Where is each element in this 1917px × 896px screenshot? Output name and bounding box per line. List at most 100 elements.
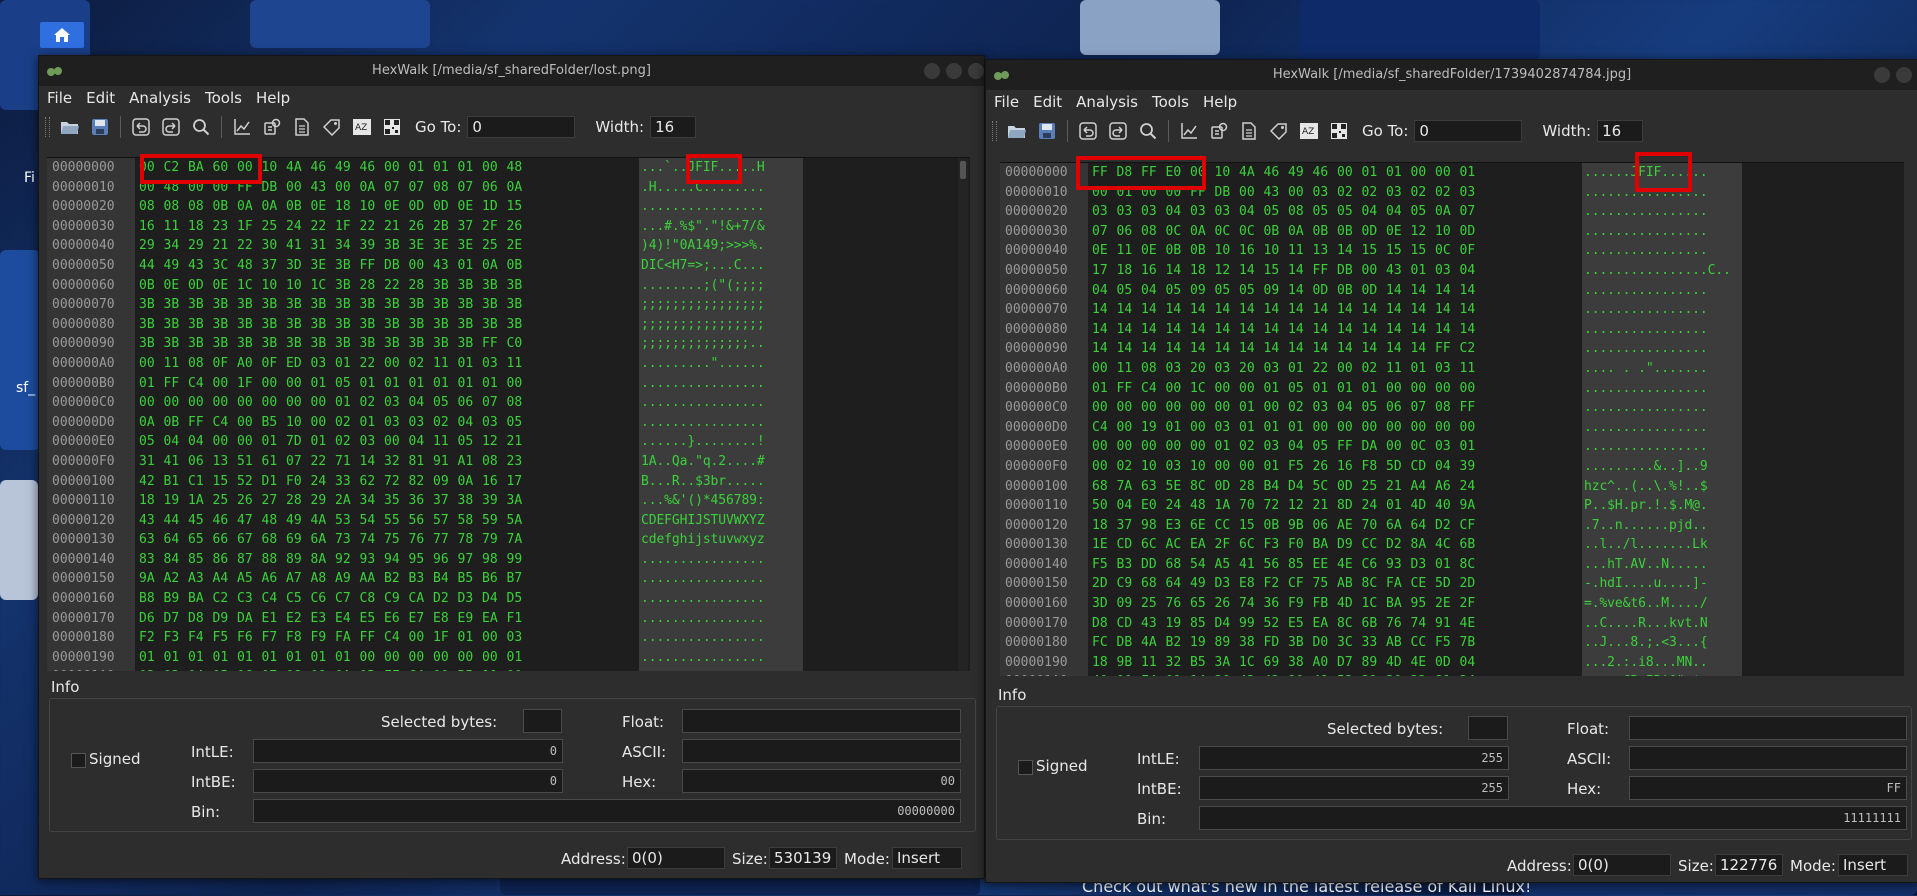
hex-byte[interactable]: 14 xyxy=(1288,261,1313,281)
hex-byte[interactable]: 14 xyxy=(1362,339,1387,359)
hex-row[interactable]: 0E 11 0E 0B 0B 10 16 10 11 13 14 15 15 15 0C 0F xyxy=(1092,241,1488,261)
hex-byte[interactable]: 0D xyxy=(433,197,458,217)
hex-byte[interactable]: 17 xyxy=(507,472,532,492)
hex-byte[interactable]: 06 xyxy=(1117,222,1142,242)
hex-byte[interactable]: F8 xyxy=(1362,457,1387,477)
hex-byte[interactable]: 3B xyxy=(384,315,409,335)
hex-byte[interactable]: 40 xyxy=(1092,672,1117,676)
hex-byte[interactable]: 01 xyxy=(1239,418,1264,438)
hex-byte[interactable]: 00 xyxy=(1411,379,1436,399)
hex-byte[interactable]: 0B xyxy=(1190,241,1215,261)
hex-byte[interactable]: 95 xyxy=(1411,594,1436,614)
hex-byte[interactable]: 0A xyxy=(458,472,483,492)
hex-byte[interactable]: 94 xyxy=(384,550,409,570)
hex-byte[interactable]: 18 xyxy=(1190,261,1215,281)
hex-byte[interactable]: 10 xyxy=(1190,457,1215,477)
hex-byte[interactable]: FF xyxy=(1460,398,1485,418)
hex-byte[interactable]: 04 xyxy=(409,432,434,452)
hex-row[interactable]: 05 04 04 00 00 01 7D 01 02 03 00 04 11 05 12 21 xyxy=(139,432,535,452)
hex-byte[interactable]: 14 xyxy=(1362,320,1387,340)
hex-byte[interactable]: 3B xyxy=(237,315,262,335)
hex-row[interactable]: F2 F3 F4 F5 F6 F7 F8 F9 FA FF C4 00 1F 01 00 03 xyxy=(139,628,535,648)
hex-byte[interactable]: 03 xyxy=(1435,359,1460,379)
hex-byte[interactable]: 43 xyxy=(433,256,458,276)
hex-byte[interactable]: 00 xyxy=(311,413,336,433)
open-folder-icon[interactable] xyxy=(59,116,81,138)
hex-byte[interactable]: 21 xyxy=(1313,496,1338,516)
hex-byte[interactable]: 03 xyxy=(1215,202,1240,222)
hex-byte[interactable]: F6 xyxy=(237,628,262,648)
hex-row[interactable]: 3B 3B 3B 3B 3B 3B 3B 3B 3B 3B 3B 3B 3B 3B 3B 3B xyxy=(139,295,535,315)
hex-row[interactable]: 07 06 08 0C 0A 0C 0C 0B 0A 0B 0B 0D 0E 12 10 0D xyxy=(1092,222,1488,242)
hex-byte[interactable]: 1C xyxy=(1239,653,1264,673)
hex-byte[interactable]: D1 xyxy=(262,472,287,492)
hex-byte[interactable]: 48 xyxy=(237,256,262,276)
hex-byte[interactable]: 01 xyxy=(139,648,164,668)
hex-byte[interactable]: ED xyxy=(286,354,311,374)
hex-row[interactable]: FC DB 4A B2 19 89 38 FD 3B D0 3C 33 AB CC F5 7B xyxy=(1092,633,1488,653)
hex-byte[interactable]: F2 xyxy=(1264,574,1289,594)
hex-byte[interactable]: 00 xyxy=(1190,437,1215,457)
hex-byte[interactable]: 15 xyxy=(1264,261,1289,281)
hex-byte[interactable]: 05 xyxy=(1313,437,1338,457)
hex-byte[interactable]: F9 xyxy=(311,628,336,648)
hex-byte[interactable]: 08 xyxy=(188,354,213,374)
hex-byte[interactable]: 85 xyxy=(188,550,213,570)
hex-byte[interactable]: 10 xyxy=(1141,457,1166,477)
hex-row[interactable]: 00 11 08 03 20 03 20 03 01 22 00 02 11 01 03 11 xyxy=(1092,359,1488,379)
hex-byte[interactable]: 2D xyxy=(1092,574,1117,594)
hex-byte[interactable]: 14 xyxy=(1264,300,1289,320)
hex-byte[interactable]: C5 xyxy=(286,589,311,609)
hex-byte[interactable]: 19 xyxy=(1190,633,1215,653)
hex-byte[interactable]: 3B xyxy=(458,315,483,335)
hex-byte[interactable]: F4 xyxy=(1141,672,1166,676)
hex-byte[interactable]: 3B xyxy=(164,315,189,335)
hex-byte[interactable]: FD xyxy=(1264,633,1289,653)
hex-byte[interactable]: 02 xyxy=(1362,359,1387,379)
hex-byte[interactable]: 14 xyxy=(1337,300,1362,320)
hex-byte[interactable]: 00 xyxy=(1362,418,1387,438)
hex-byte[interactable]: 00 xyxy=(360,648,385,668)
hex-byte[interactable]: 43 xyxy=(311,178,336,198)
home-button[interactable] xyxy=(40,22,84,48)
hex-row[interactable]: 18 19 1A 25 26 27 28 29 2A 34 35 36 37 38 39 3A xyxy=(139,491,535,511)
hex-byte[interactable]: 70 xyxy=(1362,516,1387,536)
hex-byte[interactable]: 0B xyxy=(1264,222,1289,242)
hex-byte[interactable]: 00 xyxy=(1386,379,1411,399)
hex-byte[interactable]: 0E xyxy=(1386,222,1411,242)
hex-byte[interactable]: 2E xyxy=(507,236,532,256)
selected-bytes-field[interactable] xyxy=(1468,716,1508,740)
desktop-icon-label[interactable]: sf_ xyxy=(16,380,35,396)
hex-byte[interactable]: 01 xyxy=(335,648,360,668)
hex-byte[interactable]: 4A xyxy=(1141,633,1166,653)
hex-byte[interactable]: 26 xyxy=(507,217,532,237)
hex-byte[interactable]: 11 xyxy=(1117,241,1142,261)
hex-byte[interactable]: 00 xyxy=(507,374,532,394)
menu-file[interactable]: File xyxy=(994,93,1019,111)
hex-byte[interactable]: 00 xyxy=(1239,183,1264,203)
hex-byte[interactable]: 3B xyxy=(262,315,287,335)
hex-byte[interactable]: 01 xyxy=(1092,379,1117,399)
hex-byte[interactable]: 72 xyxy=(384,472,409,492)
hex-byte[interactable]: 00 xyxy=(262,374,287,394)
hex-byte[interactable]: 3B xyxy=(237,334,262,354)
hex-byte[interactable]: 04 xyxy=(1460,653,1485,673)
hex-byte[interactable]: 08 xyxy=(164,197,189,217)
hex-byte[interactable]: F0 xyxy=(1288,535,1313,555)
hex-byte[interactable]: 00 xyxy=(1313,418,1338,438)
hex-byte[interactable]: 0B xyxy=(139,276,164,296)
hex-byte[interactable]: E0 xyxy=(1141,496,1166,516)
hex-byte[interactable]: 4A xyxy=(311,511,336,531)
hex-byte[interactable]: 14 xyxy=(1288,300,1313,320)
hex-byte[interactable]: 01 xyxy=(1215,437,1240,457)
hex-byte[interactable]: 15 xyxy=(1239,516,1264,536)
hex-byte[interactable]: 15 xyxy=(1362,241,1387,261)
hex-byte[interactable]: 8C xyxy=(1337,614,1362,634)
hex-byte[interactable]: 11 xyxy=(507,354,532,374)
hex-byte[interactable]: 39 xyxy=(1460,457,1485,477)
hex-byte[interactable]: 14 xyxy=(1264,320,1289,340)
hex-byte[interactable]: 7B xyxy=(1460,633,1485,653)
hex-byte[interactable]: 39 xyxy=(360,236,385,256)
hex-byte[interactable]: 14 xyxy=(1411,281,1436,301)
hex-row[interactable]: 00 00 00 00 00 00 01 00 02 03 04 05 06 07 08 FF xyxy=(1092,398,1488,418)
